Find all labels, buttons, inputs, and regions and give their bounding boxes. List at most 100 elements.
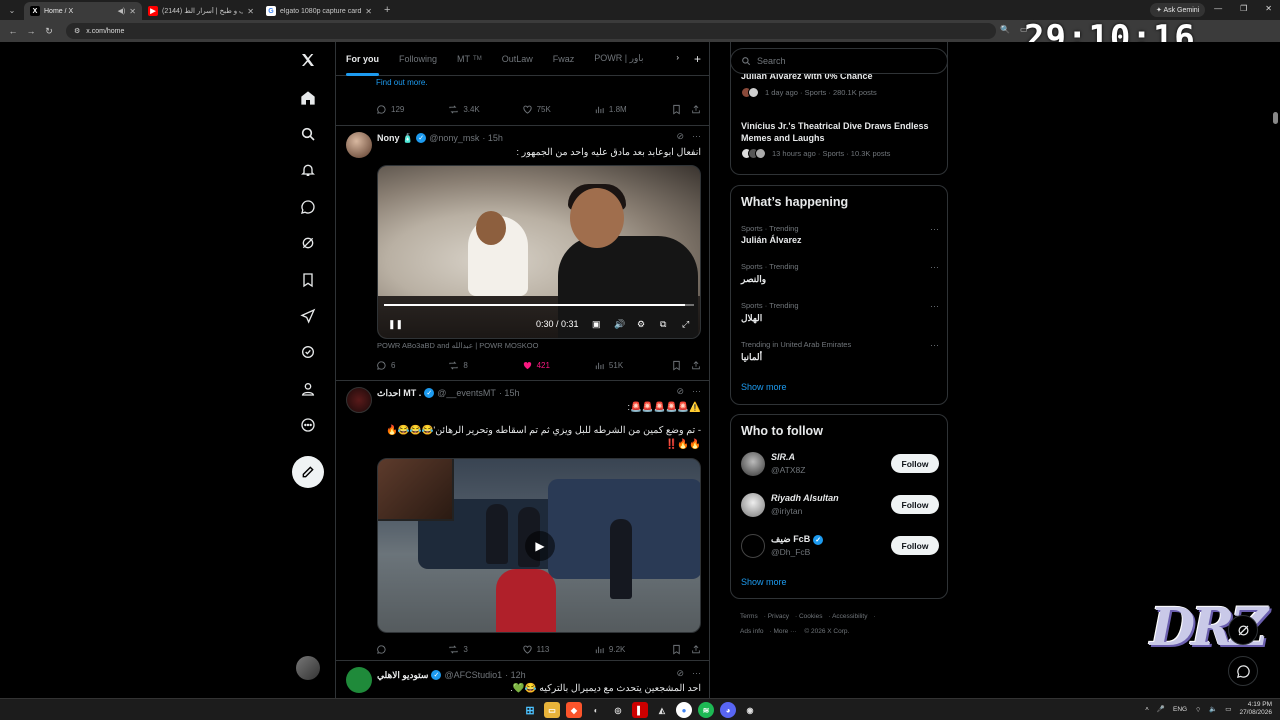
reply-button[interactable]: 6	[376, 360, 448, 371]
like-button[interactable]: 75K	[522, 104, 594, 115]
author-name[interactable]: ستوديو الاهلي	[377, 670, 428, 681]
address-bar[interactable]: ⚙ x.com/home	[66, 23, 996, 39]
bookmark-button[interactable]	[671, 644, 691, 655]
fullscreen-icon[interactable]: ⤢	[682, 319, 689, 330]
compose-post-button[interactable]	[292, 456, 324, 488]
app-icon[interactable]: ▌	[632, 702, 648, 718]
more-dots-icon[interactable]: ···	[692, 131, 701, 142]
volume-icon[interactable]: 🔈	[1209, 705, 1217, 713]
add-tab-icon[interactable]: +	[694, 52, 701, 66]
video-progress-bar[interactable]	[384, 304, 694, 306]
maximize-icon[interactable]: ❐	[1240, 4, 1247, 13]
follow-suggestion[interactable]: ضيف FcB ✓ @Dh_FcB Follow	[741, 532, 939, 562]
zoom-icon[interactable]: 🔍	[1000, 25, 1010, 34]
forward-icon[interactable]: →	[22, 26, 40, 36]
tab-mt[interactable]: MT TM	[447, 42, 492, 76]
language-indicator[interactable]: ENG	[1173, 706, 1187, 713]
browser-tab-youtube[interactable]: ▶ سوالف و طبخ | أسرار الط (2144) ✕	[142, 2, 260, 20]
repost-button[interactable]: 3	[448, 644, 521, 655]
page-scrollbar[interactable]	[1273, 112, 1278, 124]
trending-item[interactable]: Trending in United Arab Emirates ألمانيا…	[741, 340, 939, 363]
avatar[interactable]	[741, 452, 765, 476]
follow-button[interactable]: Follow	[891, 454, 939, 473]
post-time[interactable]: · 15h	[482, 133, 503, 143]
settings-gear-icon[interactable]: ⚙	[637, 319, 645, 330]
app-icon[interactable]: ◎	[610, 702, 626, 718]
post-time[interactable]: · 15h	[499, 388, 520, 398]
file-explorer-icon[interactable]: ▭	[544, 702, 560, 718]
author-handle[interactable]: @__eventsMT	[437, 388, 496, 398]
trending-item[interactable]: Sports · Trending Julián Álvarez ···	[741, 224, 939, 245]
site-info-icon[interactable]: ⚙	[74, 27, 80, 35]
account-avatar[interactable]	[296, 656, 320, 680]
post-video[interactable]: ❚❚ 0:30 / 0:31 ▣ 🔊 ⚙ ⧉ ⤢	[377, 165, 701, 339]
share-button[interactable]	[691, 104, 701, 115]
grok-post-icon[interactable]: ⊘	[676, 386, 684, 397]
discord-icon[interactable]: ◕	[720, 702, 736, 718]
grok-post-icon[interactable]: ⊘	[676, 668, 684, 679]
clock[interactable]: 4:19 PM 27/08/2026	[1239, 701, 1272, 717]
trend-news-item[interactable]: Vinícius Jr.'s Theatrical Dive Draws End…	[741, 120, 939, 159]
footer-ads-info-link[interactable]: Ads info	[740, 628, 764, 635]
bookmark-button[interactable]	[671, 104, 691, 115]
volume-icon[interactable]: 🔊	[614, 319, 625, 330]
follow-suggestion[interactable]: SIR.A @ATX8Z Follow	[741, 450, 939, 480]
more-dots-icon[interactable]: ···	[930, 301, 939, 311]
chrome-icon[interactable]: ●	[676, 702, 692, 718]
trend-news-item[interactable]: Julián Álvarez with 0% Chance 1 day ago …	[741, 70, 939, 98]
app-icon[interactable]: ◉	[742, 702, 758, 718]
post-afc-studio[interactable]: ستوديو الاهلي ✓ @AFCStudio1 · 12h ⊘ ··· …	[336, 661, 709, 698]
pip-icon[interactable]: ⧉	[660, 319, 666, 330]
grok-icon[interactable]	[298, 233, 318, 253]
explore-search-icon[interactable]	[298, 124, 318, 144]
views-button[interactable]: 1.8M	[594, 104, 671, 115]
pause-icon[interactable]: ❚❚	[388, 319, 403, 330]
close-window-icon[interactable]: ✕	[1265, 4, 1272, 13]
reply-button[interactable]	[376, 644, 448, 655]
views-button[interactable]: 51K	[594, 360, 671, 371]
bookmark-button[interactable]	[671, 360, 691, 371]
follow-suggestion[interactable]: Riyadh Alsultan @iriytan Follow	[741, 491, 939, 521]
avatar[interactable]	[741, 534, 765, 558]
more-dots-icon[interactable]: ···	[930, 262, 939, 272]
post-video[interactable]: ▶	[377, 458, 701, 633]
battery-icon[interactable]: ▭	[1225, 705, 1231, 713]
windows-start-icon[interactable]: ⊞	[522, 702, 538, 718]
footer-more-link[interactable]: More ···	[773, 628, 796, 635]
minimize-icon[interactable]: —	[1214, 4, 1222, 13]
tab-fwaz[interactable]: Fwaz	[543, 42, 585, 76]
close-tab-icon[interactable]: ✕	[129, 7, 136, 16]
tray-chevron-icon[interactable]: ˄	[1145, 706, 1149, 713]
follow-button[interactable]: Follow	[891, 495, 939, 514]
bookmarks-icon[interactable]	[298, 270, 318, 290]
author-name[interactable]: احداث MT .	[377, 388, 421, 399]
avatar[interactable]	[346, 667, 372, 693]
footer-cookies-link[interactable]: Cookies	[799, 613, 822, 620]
repost-button[interactable]: 8	[448, 360, 521, 371]
video-attribution[interactable]: POWR ABo3aBD and عبدالله | POWR MOSKOO	[377, 341, 538, 350]
close-tab-icon[interactable]: ✕	[247, 7, 254, 16]
spotify-icon[interactable]: ≋	[698, 702, 714, 718]
show-more-link[interactable]: Show more	[741, 577, 787, 587]
share-button[interactable]	[691, 644, 701, 655]
messages-float-button[interactable]	[1228, 656, 1258, 686]
rocket-icon[interactable]	[298, 306, 318, 326]
home-icon[interactable]	[298, 88, 318, 108]
chevron-right-icon[interactable]: ›	[676, 53, 679, 62]
footer-privacy-link[interactable]: Privacy	[768, 613, 789, 620]
browser-tab-home-x[interactable]: X Home / X ◀) ✕	[24, 2, 142, 20]
messages-icon[interactable]	[298, 197, 318, 217]
avatar[interactable]	[346, 387, 372, 413]
like-button[interactable]: 421	[522, 360, 594, 371]
search-box[interactable]: Search	[730, 48, 948, 74]
views-button[interactable]: 9.2K	[594, 644, 671, 655]
trending-item[interactable]: Sports · Trending الهلال ···	[741, 301, 939, 324]
profile-icon[interactable]	[298, 379, 318, 399]
tab-following[interactable]: Following	[389, 42, 447, 76]
tab-for-you[interactable]: For you	[336, 42, 389, 76]
play-button[interactable]: ▶	[525, 531, 555, 561]
post-time[interactable]: · 12h	[505, 670, 526, 680]
post-events-mt[interactable]: احداث MT . ✓ @__eventsMT · 15h ⊘ ··· ⚠️🚨…	[336, 381, 709, 664]
brave-browser-icon[interactable]: ◆	[566, 702, 582, 718]
captions-icon[interactable]: ▣	[592, 319, 601, 330]
